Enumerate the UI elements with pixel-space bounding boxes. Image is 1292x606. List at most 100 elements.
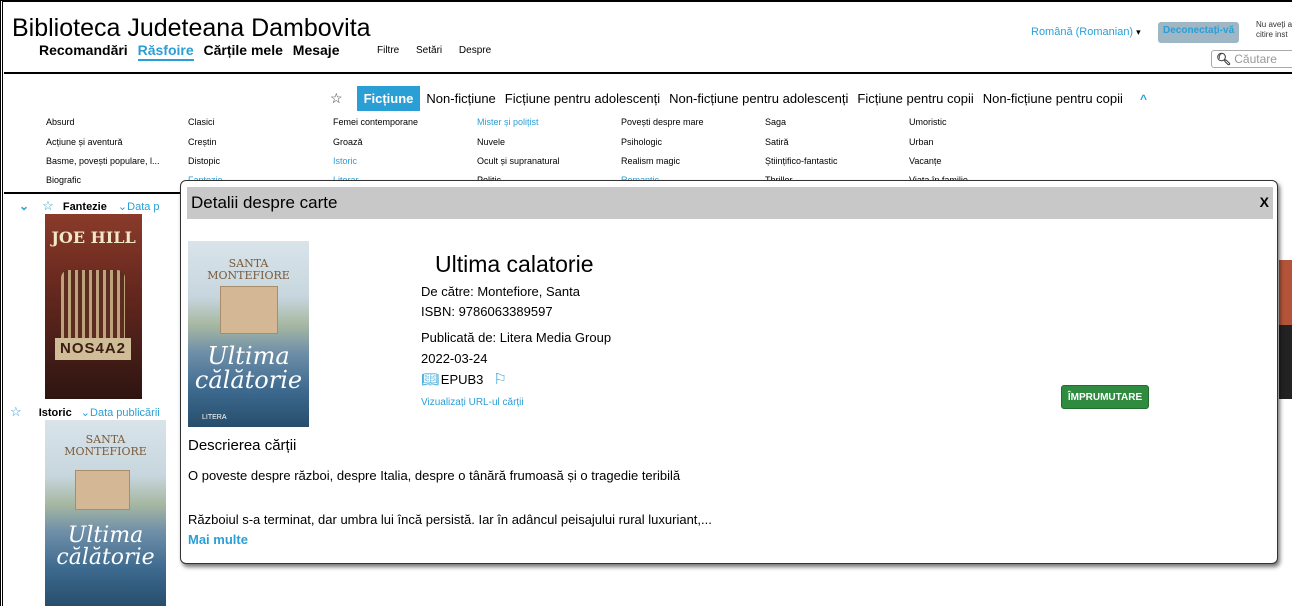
- section-historical-header: ☆ Istoric ⌄Data publicării: [10, 404, 160, 420]
- subgenre-item[interactable]: Femei contemporane: [333, 117, 418, 127]
- sub-nav: Filtre Setări Despre: [377, 45, 505, 56]
- subgenre-item[interactable]: Urban: [909, 137, 934, 147]
- nav-my-books[interactable]: Cărțile mele: [204, 42, 283, 58]
- subgenre-item[interactable]: Mister și polițist: [477, 117, 539, 127]
- book-details-modal: Detalii despre carte X SANTA MONTEFIORE …: [180, 180, 1278, 564]
- subgenre-item[interactable]: Clasici: [188, 117, 215, 127]
- language-selector[interactable]: Română (Romanian) ▾: [1031, 26, 1141, 38]
- tab-teen-nonfiction[interactable]: Non-ficțiune pentru adolescenți: [669, 91, 848, 106]
- no-user-text: Nu aveți a citire inst: [1256, 20, 1292, 40]
- book-cover-partial[interactable]: [1279, 214, 1292, 399]
- book-title: Ultima calatorie: [435, 251, 594, 277]
- subgenre-item[interactable]: Basme, povești populare, l...: [46, 156, 160, 166]
- nav-browse[interactable]: Răsfoire: [137, 42, 194, 61]
- search-placeholder: Căutare: [1234, 52, 1277, 66]
- subgenre-item[interactable]: Nuvele: [477, 137, 505, 147]
- logout-button[interactable]: Deconectați-vă: [1158, 22, 1240, 43]
- cover-title: Ultima călătorie: [45, 525, 166, 569]
- format-label: EPUB3: [440, 371, 484, 387]
- header: Biblioteca Judeteana Dambovita Recomandă…: [4, 0, 1292, 74]
- cover-author: JOE HILL: [51, 228, 136, 247]
- tab-fiction[interactable]: Ficțiune: [356, 86, 421, 111]
- book-cover-ultima: SANTA MONTEFIORE Ultima călătorie LITERA: [188, 241, 309, 427]
- book-cover-nos4a2[interactable]: JOE HILL NOS4A2: [45, 214, 142, 399]
- description-line: Războiul s-a terminat, dar umbra lui înc…: [188, 512, 712, 527]
- chevron-down-icon[interactable]: ⌄: [19, 199, 29, 213]
- library-name[interactable]: Biblioteca Judeteana Dambovita: [12, 14, 371, 42]
- search-input[interactable]: 🔍︎ Căutare: [1211, 50, 1292, 68]
- subgenre-item[interactable]: Umoristic: [909, 117, 947, 127]
- subgenre-item[interactable]: Ocult și supranatural: [477, 156, 560, 166]
- book-author: De către: Montefiore, Santa: [421, 284, 580, 299]
- book-cover-ultima-list[interactable]: SANTA MONTEFIORE Ultima călătorie: [45, 420, 166, 606]
- section-label: Istoric: [38, 407, 72, 419]
- more-link[interactable]: Mai multe: [188, 532, 248, 547]
- subgenre-item[interactable]: Psihologic: [621, 137, 662, 147]
- nav-recommendations[interactable]: Recomandări: [39, 42, 128, 58]
- chevron-up-icon[interactable]: ^: [1140, 92, 1147, 106]
- flag-icon[interactable]: ⚐: [493, 370, 506, 388]
- cover-author-line2: MONTEFIORE: [64, 444, 147, 458]
- search-icon: 🔍︎: [1216, 52, 1232, 66]
- tab-kids-nonfiction[interactable]: Non-ficțiune pentru copii: [983, 91, 1123, 106]
- tab-teen-fiction[interactable]: Ficțiune pentru adolescenți: [505, 91, 660, 106]
- modal-title: Detalii despre carte: [191, 193, 338, 212]
- section-divider: [4, 192, 180, 194]
- nav-settings[interactable]: Setări: [416, 45, 442, 56]
- sort-label: Data publicării: [90, 407, 160, 419]
- subgenre-item[interactable]: Realism magic: [621, 156, 680, 166]
- subgenre-item[interactable]: Acțiune și aventură: [46, 137, 123, 147]
- sort-link[interactable]: ⌄Data p: [118, 201, 160, 213]
- cover-villa: [75, 470, 130, 510]
- nav-filters[interactable]: Filtre: [377, 45, 399, 56]
- nav-about[interactable]: Despre: [459, 45, 491, 56]
- view-url-link[interactable]: Vizualizați URL-ul cărții: [421, 397, 524, 408]
- subgenre-item[interactable]: Științifico-fantastic: [765, 156, 838, 166]
- description-line: O poveste despre război, despre Italia, …: [188, 468, 681, 483]
- cover-author: SANTA MONTEFIORE: [188, 258, 309, 281]
- close-button[interactable]: X: [1260, 194, 1269, 210]
- sort-link[interactable]: ⌄Data publicării: [81, 407, 160, 419]
- star-icon[interactable]: ☆: [10, 404, 22, 419]
- subgenre-item[interactable]: Satiră: [765, 137, 789, 147]
- cover-title-line2: călătorie: [194, 366, 303, 394]
- subgenre-item[interactable]: Biografic: [46, 175, 81, 185]
- main-nav: Recomandări Răsfoire Cărțile mele Mesaje: [39, 42, 345, 61]
- borrow-button[interactable]: ÎMPRUMUTARE: [1061, 385, 1149, 409]
- nav-messages[interactable]: Mesaje: [293, 42, 340, 58]
- language-label: Română (Romanian): [1031, 26, 1134, 38]
- book-date: 2022-03-24: [421, 351, 488, 366]
- no-user-line-2: citire inst: [1256, 30, 1288, 39]
- cover-title: Ultima călătorie: [188, 344, 309, 392]
- section-fantasy-header: ⌄ ☆ Fantezie ⌄Data p: [19, 198, 160, 214]
- star-icon[interactable]: ☆: [330, 90, 343, 107]
- subgenre-item[interactable]: Absurd: [46, 117, 75, 127]
- book-isbn: ISBN: 9786063389597: [421, 304, 553, 319]
- genre-tabs: ☆ Ficțiune Non-ficțiune Ficțiune pentru …: [330, 86, 1147, 111]
- cover-author-line1: SANTA: [85, 433, 126, 446]
- tab-nonfiction[interactable]: Non-ficțiune: [426, 91, 495, 106]
- subgenre-item[interactable]: Distopic: [188, 156, 220, 166]
- caret-down-icon: ▾: [1136, 27, 1141, 37]
- description-heading: Descrierea cărții: [188, 437, 297, 454]
- subgenre-item[interactable]: Creștin: [188, 137, 217, 147]
- cover-villa: [220, 286, 278, 334]
- subgenre-item[interactable]: Vacanțe: [909, 156, 941, 166]
- cover-title-line1: Ultima: [67, 523, 144, 548]
- book-format: 📖︎ EPUB3 ⚐: [421, 370, 507, 389]
- cover-publisher: LITERA: [202, 414, 227, 421]
- cover-title-line2: călătorie: [56, 545, 155, 570]
- cover-title-line1: Ultima: [207, 342, 290, 370]
- subgenre-item[interactable]: Povești despre mare: [621, 117, 704, 127]
- ebook-icon: 📖︎: [421, 370, 439, 387]
- cover-author: SANTA MONTEFIORE: [45, 434, 166, 457]
- subgenre-item[interactable]: Groază: [333, 137, 363, 147]
- star-icon[interactable]: ☆: [42, 198, 54, 213]
- cover-grille: [61, 270, 125, 340]
- section-label: Fantezie: [62, 201, 107, 213]
- book-publisher: Publicată de: Litera Media Group: [421, 330, 612, 345]
- tab-kids-fiction[interactable]: Ficțiune pentru copii: [857, 91, 973, 106]
- subgenre-item[interactable]: Saga: [765, 117, 786, 127]
- no-user-line-1: Nu aveți a: [1256, 20, 1292, 29]
- subgenre-item[interactable]: Istoric: [333, 156, 357, 166]
